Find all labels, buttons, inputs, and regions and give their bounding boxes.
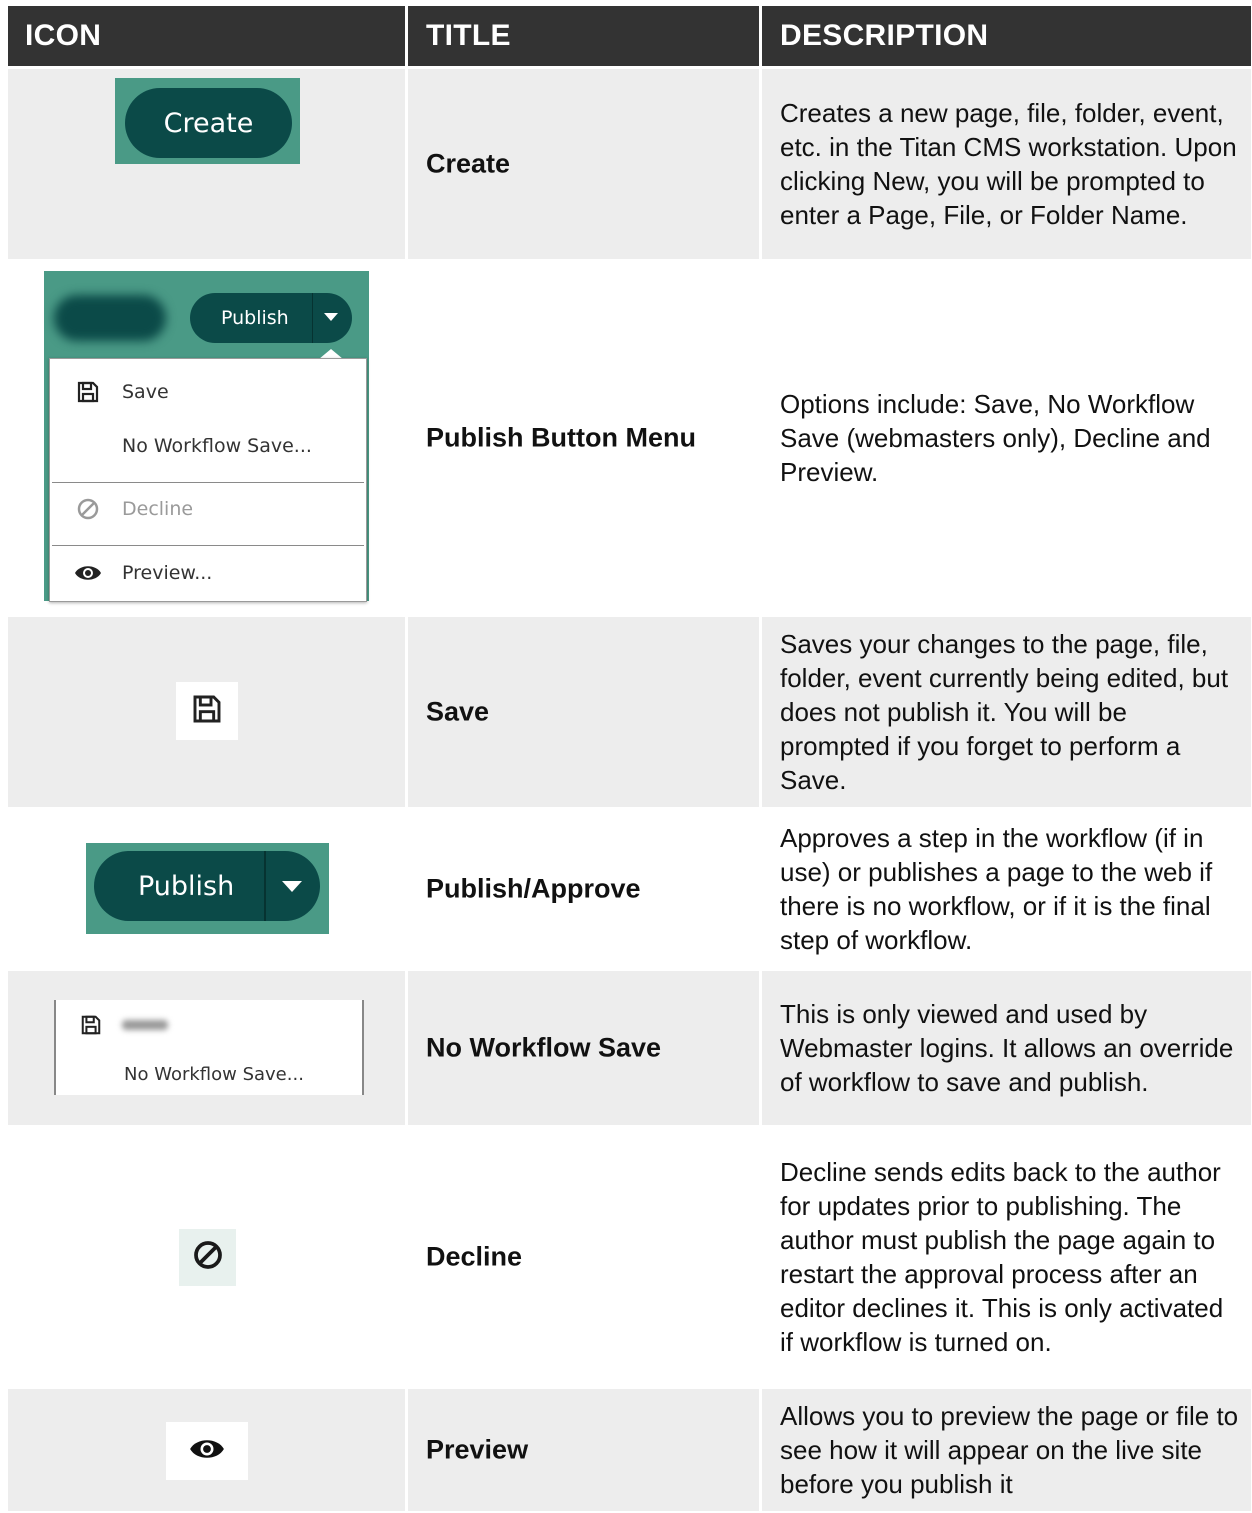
- icon-cell: [8, 1389, 405, 1511]
- eye-icon-image: [166, 1422, 248, 1480]
- menu-separator: [52, 482, 364, 483]
- chevron-down-icon[interactable]: [324, 313, 338, 321]
- row-description: Options include: Save, No Workflow Save …: [780, 389, 1211, 487]
- menu-item-save[interactable]: Save: [50, 369, 366, 415]
- row-description: Saves your changes to the page, file, fo…: [780, 629, 1229, 795]
- row-description: Decline sends edits back to the author f…: [780, 1157, 1224, 1357]
- eye-icon: [188, 1436, 226, 1467]
- publish-label: Publish: [221, 307, 289, 329]
- save-icon: [74, 378, 102, 406]
- publish-menu-image: Publish Save No Workflow Save... Decline…: [44, 271, 369, 602]
- row-title: Decline: [426, 1241, 523, 1272]
- menu-item-preview[interactable]: Preview...: [50, 550, 366, 596]
- row-description: This is only viewed and used by Webmaste…: [780, 999, 1234, 1097]
- divider: [264, 851, 266, 921]
- row-description: Approves a step in the workflow (if in u…: [780, 823, 1213, 955]
- menu-item-no-workflow-save[interactable]: No Workflow Save...: [124, 1064, 304, 1085]
- table-row: Preview Allows you to preview the page o…: [8, 1389, 1251, 1511]
- publish-button-image: Publish: [86, 843, 329, 934]
- icon-cell: No Workflow Save...: [8, 971, 405, 1125]
- menu-item-decline[interactable]: Decline: [50, 486, 366, 532]
- row-description: Creates a new page, file, folder, event,…: [780, 98, 1237, 230]
- save-icon: [191, 693, 223, 730]
- header-icon: ICON: [8, 6, 405, 66]
- publish-dropdown-menu: Save No Workflow Save... Decline Preview…: [49, 358, 367, 602]
- blurred-label: [122, 1020, 168, 1030]
- icon-cell: Publish: [8, 810, 405, 968]
- row-description: Allows you to preview the page or file t…: [780, 1401, 1239, 1499]
- save-icon: [80, 1014, 102, 1040]
- publish-button[interactable]: Publish: [190, 293, 352, 343]
- table-row: Publish Publish/Approve Approves a step …: [8, 810, 1251, 968]
- decline-icon-image: [179, 1229, 236, 1286]
- icon-cell: [8, 1128, 405, 1386]
- icon-cell: Publish Save No Workflow Save... Decline…: [8, 262, 405, 614]
- create-button[interactable]: Create: [125, 88, 292, 158]
- chevron-down-icon[interactable]: [282, 881, 302, 892]
- blurred-create-button: [54, 295, 166, 341]
- row-title: Preview: [426, 1434, 529, 1465]
- menu-item-no-workflow-save[interactable]: No Workflow Save...: [50, 423, 366, 469]
- table-row: Decline Decline sends edits back to the …: [8, 1128, 1251, 1386]
- row-title: Publish Button Menu: [426, 422, 696, 453]
- publish-button[interactable]: Publish: [94, 851, 320, 921]
- row-title: Save: [426, 696, 490, 727]
- row-title: Create: [426, 148, 511, 179]
- row-title: No Workflow Save: [426, 1032, 662, 1063]
- menu-separator: [52, 545, 364, 546]
- save-icon-image: [176, 682, 238, 740]
- header-title: TITLE: [408, 6, 759, 66]
- create-button-image: Create: [115, 78, 300, 164]
- publish-label: Publish: [138, 870, 235, 902]
- table-row: Create Create Creates a new page, file, …: [8, 69, 1251, 259]
- table-row: No Workflow Save... No Workflow Save Thi…: [8, 971, 1251, 1125]
- icon-cell: [8, 617, 405, 807]
- divider: [312, 293, 313, 343]
- table-header: ICON TITLE DESCRIPTION: [8, 6, 1251, 66]
- decline-icon: [74, 495, 102, 523]
- no-workflow-save-image: No Workflow Save...: [54, 1000, 364, 1095]
- eye-icon: [74, 559, 102, 587]
- table-row: Save Saves your changes to the page, fil…: [8, 617, 1251, 807]
- icon-cell: Create: [8, 69, 405, 259]
- decline-icon: [192, 1239, 224, 1276]
- table-row: Publish Save No Workflow Save... Decline…: [8, 262, 1251, 614]
- header-description: DESCRIPTION: [762, 6, 1251, 66]
- row-title: Publish/Approve: [426, 873, 641, 904]
